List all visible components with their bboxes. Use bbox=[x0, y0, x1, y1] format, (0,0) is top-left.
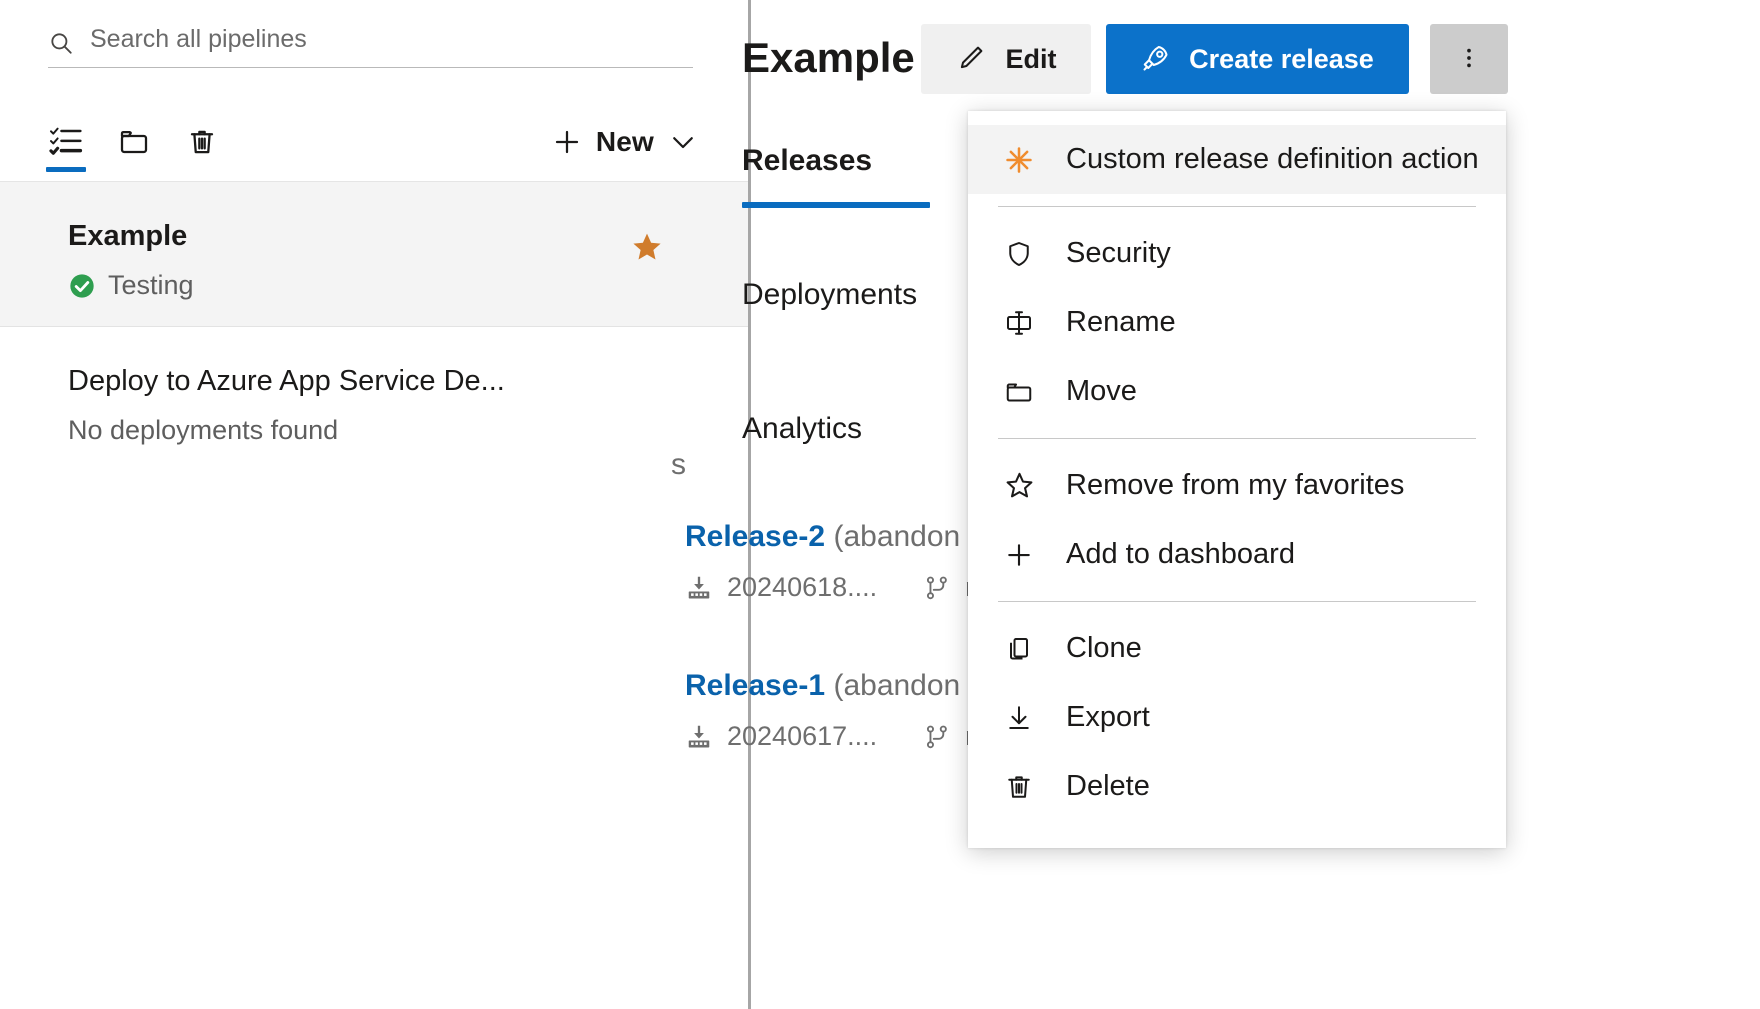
menu-item-move[interactable]: Move bbox=[968, 357, 1506, 426]
menu-top-padding bbox=[968, 111, 1506, 125]
release-name-link[interactable]: Release-1 bbox=[685, 669, 825, 702]
release-name-link[interactable]: Release-2 bbox=[685, 520, 825, 553]
release-artifact: 20240617.... bbox=[727, 721, 877, 752]
pipelines-left-panel: New Example Testing bbox=[0, 0, 748, 1009]
create-release-button-label: Create release bbox=[1189, 44, 1374, 75]
clone-icon bbox=[1002, 632, 1036, 666]
list-item[interactable]: Example Testing bbox=[0, 182, 748, 327]
all-pipelines-icon bbox=[49, 125, 83, 159]
pipeline-name: Deploy to Azure App Service De... bbox=[68, 365, 505, 398]
pipeline-name: Example bbox=[68, 220, 187, 253]
more-vertical-icon bbox=[1456, 45, 1482, 74]
plus-icon bbox=[552, 127, 582, 157]
menu-divider bbox=[998, 206, 1476, 207]
pipeline-status: Testing bbox=[68, 270, 194, 301]
asterisk-icon bbox=[1002, 143, 1036, 177]
new-button[interactable]: New bbox=[552, 110, 698, 174]
clipped-text-fragment: s bbox=[671, 448, 686, 482]
chevron-down-icon[interactable] bbox=[668, 127, 698, 157]
build-artifact-icon bbox=[685, 574, 713, 602]
edit-button-label: Edit bbox=[1006, 44, 1057, 75]
trash-icon-button[interactable] bbox=[172, 110, 232, 174]
search-icon bbox=[48, 30, 74, 56]
menu-divider bbox=[998, 601, 1476, 602]
menu-item-label: Custom release definition action bbox=[1066, 143, 1479, 176]
more-actions-context-menu: Custom release definition action Securit… bbox=[968, 111, 1506, 848]
tab-releases[interactable]: Releases bbox=[742, 130, 952, 192]
edit-button[interactable]: Edit bbox=[921, 24, 1091, 94]
search-bar[interactable] bbox=[48, 18, 693, 68]
menu-divider bbox=[998, 438, 1476, 439]
menu-item-delete[interactable]: Delete bbox=[968, 752, 1506, 821]
all-pipelines-icon-button[interactable] bbox=[36, 110, 96, 174]
star-filled-icon[interactable] bbox=[630, 230, 664, 264]
more-actions-button[interactable] bbox=[1430, 24, 1508, 94]
plus-icon bbox=[1002, 538, 1036, 572]
release-artifact: 20240618.... bbox=[727, 572, 877, 603]
menu-item-label: Move bbox=[1066, 375, 1137, 408]
pipelines-toolbar: New bbox=[0, 110, 748, 182]
create-release-button[interactable]: Create release bbox=[1106, 24, 1409, 94]
menu-item-label: Delete bbox=[1066, 770, 1150, 803]
rocket-icon bbox=[1141, 43, 1171, 76]
app-root: New Example Testing bbox=[0, 0, 1760, 1009]
release-state: (abandon bbox=[833, 520, 960, 553]
menu-item-label: Remove from my favorites bbox=[1066, 469, 1404, 502]
success-check-icon bbox=[68, 272, 96, 300]
pencil-icon bbox=[956, 43, 986, 76]
tab-analytics[interactable]: Analytics bbox=[742, 398, 952, 460]
menu-item-clone[interactable]: Clone bbox=[968, 614, 1506, 683]
trash-icon bbox=[186, 126, 218, 158]
tab-deployments[interactable]: Deployments bbox=[742, 264, 952, 326]
new-button-label: New bbox=[596, 126, 654, 158]
star-outline-icon bbox=[1002, 469, 1036, 503]
shield-icon bbox=[1002, 237, 1036, 271]
menu-item-remove-from-my-favorites[interactable]: Remove from my favorites bbox=[968, 451, 1506, 520]
branch-icon bbox=[923, 723, 951, 751]
pipeline-status: No deployments found bbox=[68, 415, 338, 446]
pipeline-status-label: Testing bbox=[108, 270, 194, 301]
menu-item-add-to-dashboard[interactable]: Add to dashboard bbox=[968, 520, 1506, 589]
build-artifact-icon bbox=[685, 723, 713, 751]
menu-item-label: Rename bbox=[1066, 306, 1176, 339]
folder-icon bbox=[118, 126, 150, 158]
rename-icon bbox=[1002, 306, 1036, 340]
trash-icon bbox=[1002, 770, 1036, 804]
menu-item-label: Add to dashboard bbox=[1066, 538, 1295, 571]
folder-icon bbox=[1002, 375, 1036, 409]
pipeline-status-label: No deployments found bbox=[68, 415, 338, 446]
menu-item-export[interactable]: Export bbox=[968, 683, 1506, 752]
release-state: (abandon bbox=[833, 669, 960, 702]
menu-item-label: Export bbox=[1066, 701, 1150, 734]
menu-item-custom-release-definition-action[interactable]: Custom release definition action bbox=[968, 125, 1506, 194]
folder-icon-button[interactable] bbox=[104, 110, 164, 174]
list-item[interactable]: Deploy to Azure App Service De... No dep… bbox=[0, 327, 748, 472]
menu-item-rename[interactable]: Rename bbox=[968, 288, 1506, 357]
download-icon bbox=[1002, 701, 1036, 735]
search-input[interactable] bbox=[90, 25, 693, 60]
page-title: Example bbox=[742, 34, 915, 82]
menu-item-label: Security bbox=[1066, 237, 1171, 270]
menu-item-label: Clone bbox=[1066, 632, 1142, 665]
branch-icon bbox=[923, 574, 951, 602]
menu-item-security[interactable]: Security bbox=[968, 219, 1506, 288]
